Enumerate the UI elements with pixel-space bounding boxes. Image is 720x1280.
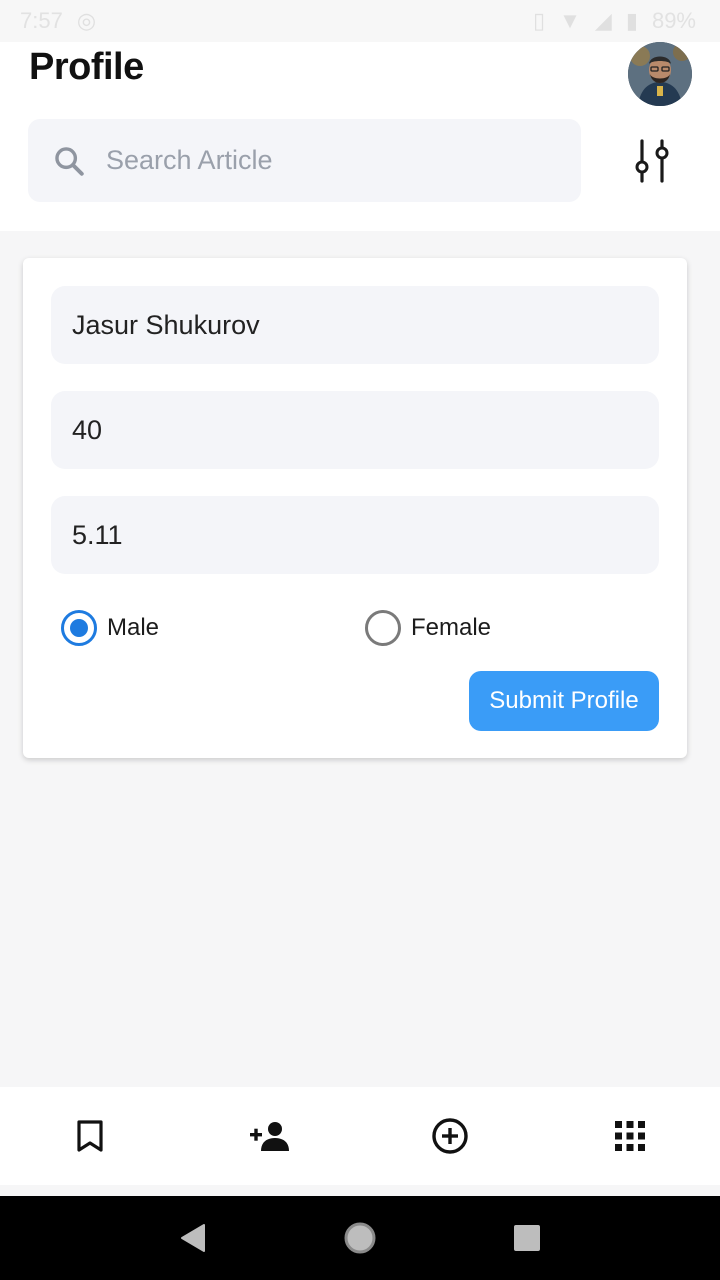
screen: 7:57 ◎ ▯ ▼ ◢ ▮ 89% Profile Search Articl… [0,0,720,1280]
height-input[interactable] [72,519,632,551]
name-input[interactable] [72,309,632,341]
system-back-button[interactable] [163,1208,223,1268]
nav-item-apps[interactable] [540,1087,720,1185]
profile-form-card: Male Female Submit Profile [23,258,687,758]
age-input[interactable] [72,414,632,446]
apps-grid-icon [615,1121,645,1151]
nav-item-create[interactable] [360,1087,540,1185]
status-right: ▯ ▼ ◢ ▮ 89% [533,8,696,34]
height-field[interactable] [51,496,659,574]
search-input[interactable] [106,145,526,176]
name-field[interactable] [51,286,659,364]
vibrate-icon: ▯ [533,8,546,33]
gender-label-female: Female [411,614,492,641]
bookmark-icon [77,1120,103,1152]
sync-icon: ◎ [76,8,97,33]
system-recents-button[interactable] [497,1208,557,1268]
wifi-icon: ▼ [559,8,581,33]
status-bar: 7:57 ◎ ▯ ▼ ◢ ▮ 89% [0,0,720,42]
nav-item-bookmarks[interactable] [0,1087,180,1185]
avatar[interactable] [628,42,692,106]
submit-profile-button[interactable]: Submit Profile [469,671,659,731]
gender-option-female[interactable]: Female [365,610,491,646]
system-nav-bar [0,1196,720,1280]
page-title: Profile [29,46,144,88]
search-box[interactable] [28,119,581,202]
header: Profile [0,42,720,231]
status-left: 7:57 ◎ [20,8,96,34]
sliders-icon [635,139,669,183]
back-triangle-icon [181,1224,206,1252]
add-circle-icon [432,1118,468,1154]
status-time: 7:57 [20,8,63,33]
avatar-image [628,42,692,106]
bottom-nav [0,1087,720,1185]
radio-female-unselected[interactable] [365,610,401,646]
gender-label-male: Male [107,614,160,641]
recents-square-icon [513,1225,540,1251]
radio-male-selected[interactable] [61,610,97,646]
add-person-icon [250,1122,289,1151]
system-home-button[interactable] [330,1208,390,1268]
age-field[interactable] [51,391,659,469]
signal-icon: ◢ [594,8,612,33]
filter-button[interactable] [626,136,678,186]
search-icon [55,146,84,176]
gender-option-male[interactable]: Male [61,610,159,646]
home-circle-icon [344,1222,376,1254]
nav-item-add-person[interactable] [180,1087,360,1185]
battery-level: 89% [651,8,696,33]
battery-icon: ▮ [625,8,638,33]
